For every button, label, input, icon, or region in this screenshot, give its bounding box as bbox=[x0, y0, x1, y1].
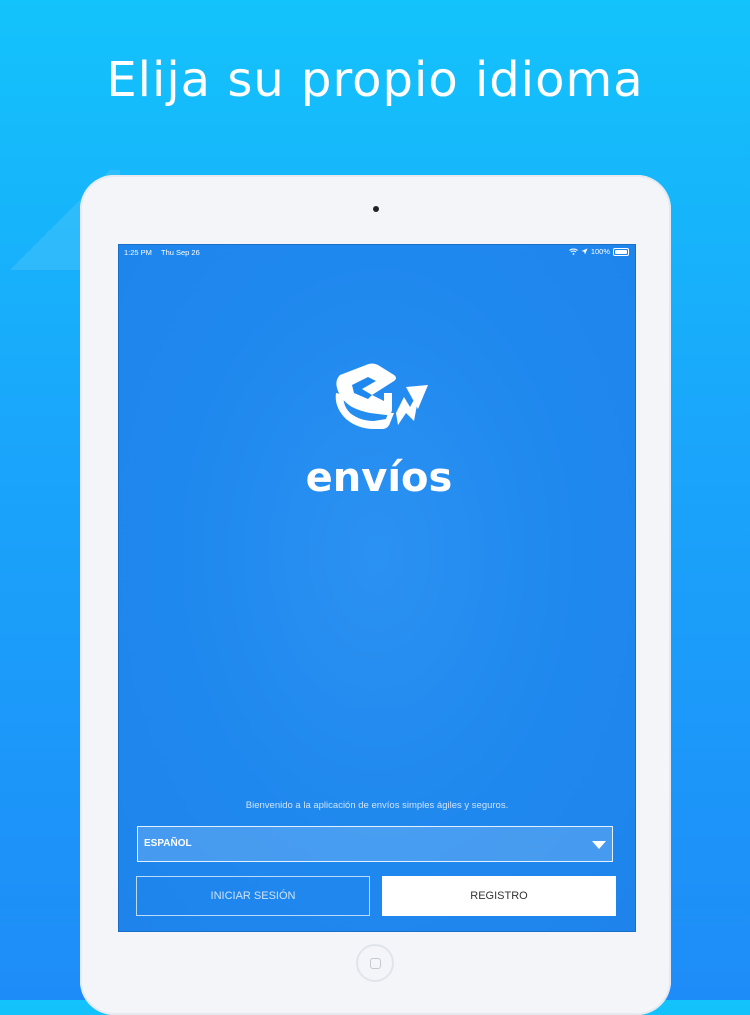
app-logo: envíos bbox=[294, 361, 464, 501]
language-select[interactable]: ESPAÑOL bbox=[137, 826, 613, 862]
dropdown-arrow-icon bbox=[592, 841, 606, 849]
language-selected-value: ESPAÑOL bbox=[144, 838, 192, 849]
tablet-device-frame: 1:25 PM Thu Sep 26 100% envíos Bienvenid… bbox=[80, 175, 671, 1015]
status-date: Thu Sep 26 bbox=[161, 248, 200, 257]
promo-headline: Elija su propio idioma bbox=[106, 52, 644, 108]
home-button[interactable] bbox=[356, 944, 394, 982]
home-square-icon bbox=[369, 957, 381, 969]
location-arrow-icon bbox=[581, 248, 588, 255]
login-button[interactable]: INICIAR SESIÓN bbox=[136, 876, 370, 916]
battery-percent: 100% bbox=[590, 247, 610, 256]
register-button[interactable]: REGISTRO bbox=[382, 876, 616, 916]
battery-icon bbox=[613, 247, 629, 256]
envios-logo-icon bbox=[335, 363, 428, 429]
wifi-icon bbox=[568, 248, 578, 255]
app-screen: 1:25 PM Thu Sep 26 100% envíos Bienvenid… bbox=[118, 244, 636, 932]
status-time: 1:25 PM bbox=[124, 248, 152, 257]
front-camera bbox=[373, 206, 379, 212]
logo-wordmark: envíos bbox=[305, 455, 453, 501]
status-bar: 1:25 PM Thu Sep 26 100% bbox=[119, 245, 635, 259]
status-indicators: 100% bbox=[568, 247, 629, 256]
welcome-message: Bienvenido a la aplicación de envíos sim… bbox=[245, 800, 509, 811]
